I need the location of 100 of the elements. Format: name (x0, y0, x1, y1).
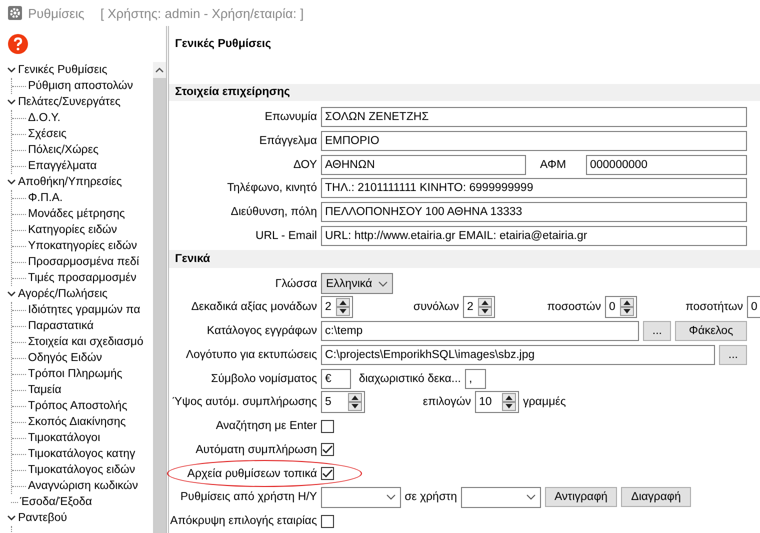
field-label: Λογότυπο για εκτυπώσεις (184, 348, 318, 361)
number-spinner[interactable]: 2 (321, 296, 353, 318)
spin-arrows-icon[interactable] (502, 393, 516, 412)
caret-icon (526, 494, 536, 500)
spin-arrows-icon[interactable] (348, 393, 362, 412)
tree-item[interactable]: Τιμές προσαρμοσμέν (28, 272, 136, 284)
tree-item[interactable]: Παραστατικά (28, 320, 94, 332)
copy-button[interactable]: Αντιγραφή (545, 487, 617, 508)
chevron-icon[interactable] (6, 515, 16, 521)
tree-item[interactable]: Πελάτες/Συνεργάτες (18, 96, 120, 108)
chevron-icon[interactable] (6, 291, 16, 297)
number-spinner[interactable]: 5 (321, 391, 365, 414)
input-field[interactable]: ΠΕΛΛΟΠΟΝΗΣΟΥ 100 ΑΘΗΝΑ 13333 (321, 202, 747, 222)
tree-item[interactable]: Αποθήκη/Υπηρεσίες (18, 176, 122, 188)
user-info: [ Χρήστης: admin - Χρήση/εταιρία: ] (100, 6, 304, 20)
tree-item[interactable]: Αγορές/Πωλήσεις (18, 288, 108, 300)
tree-item[interactable]: Κατηγορίες ειδών (28, 224, 118, 236)
field-label: Κατάλογος εγγράφων (206, 325, 318, 338)
tree-item[interactable]: Ρύθμιση αποστολών (28, 80, 133, 92)
tree-item[interactable]: Τρόπος Αποστολής (28, 400, 128, 412)
scrollbar[interactable] (153, 62, 166, 533)
chevron-icon[interactable] (6, 67, 16, 73)
number-spinner[interactable]: 0 (747, 296, 760, 318)
input-field[interactable]: ΣΟΛΩΝ ΖΕΝΕΤΖΗΣ (321, 107, 747, 128)
folder-button[interactable]: Φάκελος (675, 321, 747, 342)
field-label: Ρυθμίσεις από χρήστη Η/Υ (179, 491, 318, 504)
input-field[interactable]: ΑΘΗΝΩΝ (321, 154, 526, 175)
input-field[interactable]: ΕΜΠΟΡΙΟ (321, 130, 747, 151)
scroll-up-icon[interactable] (155, 67, 164, 73)
field-label: Δεκαδικά αξίας μονάδων (190, 301, 318, 314)
field-suffix: γραμμές (523, 396, 566, 408)
tree-item[interactable]: Πόλεις/Χώρες (28, 144, 99, 156)
tree-item[interactable]: Τιμοκατάλογος ειδών (28, 464, 136, 476)
field-label: Επάγγελμα (258, 134, 318, 147)
chevron-icon[interactable] (6, 99, 16, 105)
tree-item[interactable]: Σκοπός Διακίνησης (28, 416, 126, 428)
browse-button[interactable]: ... (719, 344, 747, 365)
tree-item[interactable]: Οδηγός Ειδών (28, 352, 102, 364)
field-label: διαχωριστικό δεκα... (358, 372, 462, 385)
language-dropdown[interactable]: Ελληνικά (321, 273, 393, 294)
checkbox[interactable] (321, 467, 334, 480)
number-spinner[interactable]: 2 (463, 296, 495, 318)
input-field[interactable]: C:\projects\EmporikhSQL\images\sbz.jpg (321, 344, 716, 365)
checkbox[interactable] (321, 443, 334, 456)
spin-arrows-icon[interactable] (620, 298, 634, 316)
tree-item[interactable]: Μονάδες μέτρησης (28, 208, 125, 220)
caret-icon (378, 280, 388, 287)
checkbox[interactable] (321, 420, 334, 433)
section-header: Γενικά (169, 250, 760, 268)
tree-item[interactable]: Υποκατηγορίες ειδών (28, 240, 137, 252)
field-label: ΔΟΥ (292, 158, 318, 171)
tree-item[interactable]: Επαγγέλματα (28, 160, 97, 172)
help-icon[interactable] (8, 34, 28, 54)
number-spinner[interactable]: 10 (475, 391, 519, 414)
tree-item[interactable]: Φ.Π.Α. (28, 192, 63, 204)
input-field[interactable]: c:\temp (321, 321, 640, 342)
tree-item[interactable]: Αναγνώριση κωδικών (28, 480, 138, 492)
field-label: συνόλων (412, 301, 460, 314)
user-dropdown[interactable] (461, 486, 541, 508)
spin-arrows-icon[interactable] (478, 298, 492, 316)
field-label: Επωνυμία (264, 111, 318, 124)
field-label: σε χρήστη (404, 491, 458, 504)
field-label: Ύψος αυτόμ. συμπλήρωσης (171, 396, 318, 408)
tree-item[interactable]: Στοιχεία και σχεδιασμό (28, 336, 144, 348)
tree-item[interactable]: Έσοδα/Έξοδα (20, 496, 92, 508)
caret-icon (386, 494, 396, 500)
tree-item[interactable]: Ραντεβού (18, 512, 68, 524)
field-label: Απόκρυψη επιλογής εταιρίας (169, 515, 318, 528)
number-spinner[interactable]: 0 (605, 296, 637, 318)
tree-item[interactable]: Τιμοκατάλογος κατηγ (28, 448, 136, 460)
field-label: Αναζήτηση με Enter (214, 420, 318, 432)
tree-item[interactable]: Τρόποι Πληρωμής (28, 368, 122, 380)
field-label: Γλώσσα (274, 278, 318, 290)
input-field[interactable]: URL: http://www.etairia.gr EMAIL: etairia@etairia.gr (321, 226, 747, 246)
tree-item[interactable]: Τιμοκατάλογοι (28, 432, 100, 444)
tree-item[interactable]: Δ.Ο.Υ. (28, 112, 60, 124)
chevron-icon[interactable] (6, 179, 16, 185)
settings-icon (8, 6, 22, 20)
tree-item[interactable]: Προσαρμοσμένα πεδί (28, 256, 140, 268)
tree-item[interactable]: Ιδιότητες γραμμών πα (28, 304, 140, 316)
page-title: Γενικές Ρυθμίσεις (175, 38, 272, 50)
tree-item[interactable]: Γενικές Ρυθμίσεις (18, 64, 108, 76)
field-label: Σύμβολο νομίσματος (210, 372, 318, 385)
tree-item[interactable]: Σχέσεις (28, 128, 67, 140)
input-field[interactable]: € (321, 368, 351, 389)
tree-item[interactable]: Ταμεία (28, 384, 62, 396)
spin-arrows-icon[interactable] (336, 298, 350, 316)
field-label: ποσοστών (546, 301, 602, 314)
section-header: Στοιχεία επιχείρησης (169, 84, 760, 102)
field-label: URL - Email (254, 230, 318, 242)
checkbox[interactable] (321, 514, 334, 528)
field-label: Αρχεία ρυθμίσεων τοπικά (186, 468, 318, 480)
input-field[interactable]: , (465, 368, 486, 389)
input-field[interactable]: 000000000 (586, 154, 747, 175)
field-label: Τηλέφωνο, κινητό (226, 182, 318, 194)
field-label: ποσοτήτων (684, 301, 744, 314)
browse-button[interactable]: ... (643, 321, 671, 342)
input-field[interactable]: ΤΗΛ.: 2101111111 ΚΙΝΗΤΟ: 6999999999 (321, 178, 747, 198)
delete-button[interactable]: Διαγραφή (621, 487, 691, 508)
user-dropdown[interactable] (321, 486, 401, 508)
